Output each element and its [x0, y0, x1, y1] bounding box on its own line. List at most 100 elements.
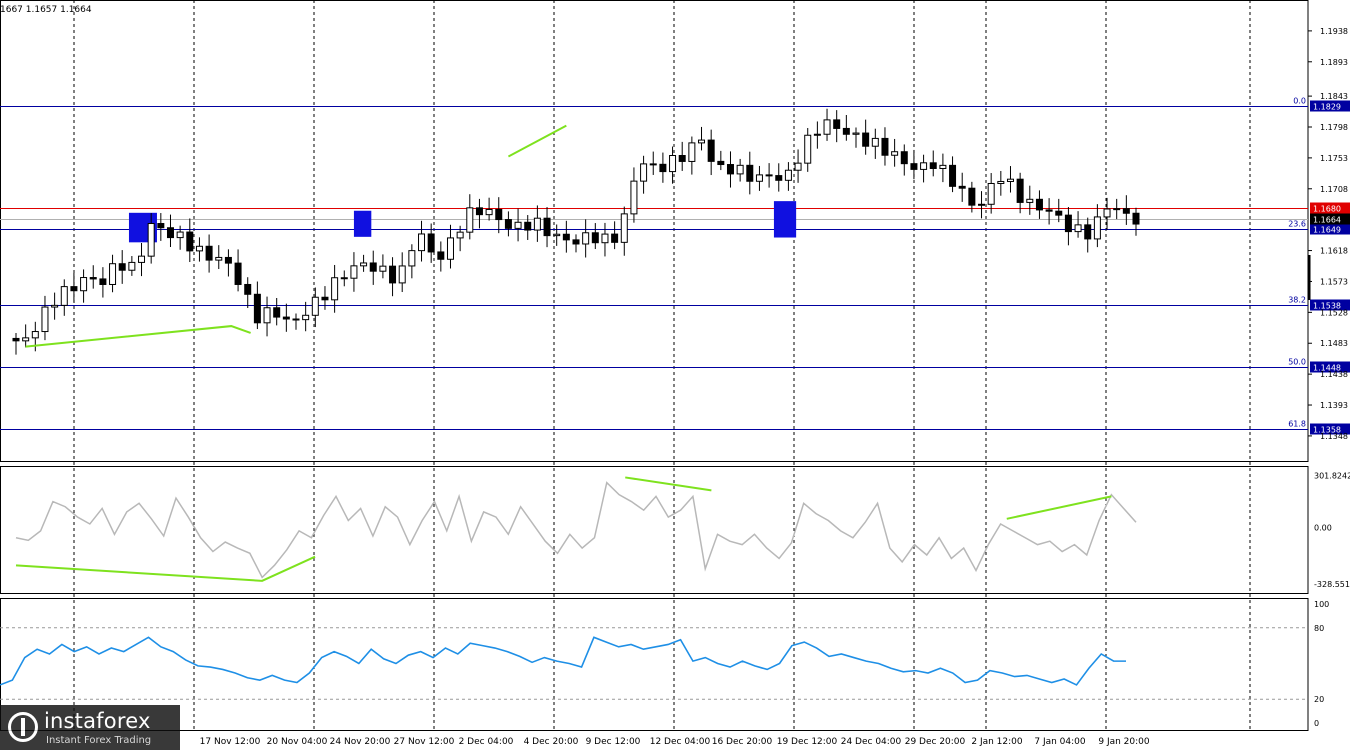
candle-body: [331, 277, 339, 301]
x-tick-label: 7 Jan 04:00: [1034, 737, 1086, 747]
candle-body: [205, 245, 213, 261]
candle-body: [475, 207, 483, 216]
candle-body: [1026, 198, 1034, 203]
y-tick-label: 1.1618: [1320, 247, 1348, 256]
candle-body: [495, 208, 503, 221]
candle-body: [350, 265, 358, 279]
candle-body: [99, 278, 107, 285]
candle-body: [1113, 208, 1121, 211]
candle-body: [311, 296, 319, 316]
instaforex-logo-icon: [8, 712, 38, 742]
candle-body: [282, 316, 290, 320]
candle-body: [765, 174, 773, 177]
candle-body: [60, 286, 68, 306]
candle-body: [601, 233, 609, 244]
y-tick-label: 1.1528: [1320, 308, 1348, 317]
candle-body: [234, 262, 242, 285]
candle-body: [1122, 208, 1130, 214]
candle-body: [659, 163, 667, 173]
candle-body: [51, 304, 59, 308]
ohlc-readout: 1667 1.1657 1.1664: [0, 5, 92, 15]
y-tick-label: 1.1348: [1320, 432, 1348, 441]
candle-body: [485, 208, 493, 216]
candle-body: [698, 139, 706, 144]
fibo-level-label: 50.0: [1288, 358, 1306, 367]
candle-body: [553, 233, 561, 237]
cci-tick-label: 0.00: [1314, 523, 1332, 532]
candle-body: [70, 286, 78, 292]
candle-body: [1084, 224, 1092, 240]
candle-body: [804, 134, 812, 164]
fibo-level-label: 38.2: [1288, 296, 1306, 305]
candle-body: [12, 337, 20, 342]
candle-body: [678, 155, 686, 162]
x-tick-label: 29 Dec 20:00: [905, 737, 966, 747]
y-tick-label: 1.1393: [1320, 401, 1348, 410]
price-chart[interactable]: 0.01.182923.61.164938.21.153850.01.14486…: [0, 0, 1350, 750]
rsi-line: [0, 636, 1126, 686]
candle-body: [398, 265, 406, 284]
candle-body: [591, 232, 599, 244]
signal-zone: [773, 201, 797, 238]
logo-tagline: Instant Forex Trading: [46, 735, 152, 746]
candle-body: [186, 231, 194, 252]
candle-body: [736, 164, 744, 175]
candle-body: [949, 164, 957, 187]
y-tick-label: 1.1708: [1320, 185, 1348, 194]
candle-body: [649, 163, 657, 166]
x-tick-label: 16 Dec 20:00: [712, 737, 773, 747]
candle-body: [958, 185, 966, 189]
candle-body: [871, 137, 879, 147]
candle-body: [891, 151, 899, 156]
candle-body: [147, 223, 155, 257]
cci-divergence-line: [625, 476, 712, 492]
candle-body: [22, 337, 30, 342]
candle-body: [669, 155, 677, 173]
divergence-line: [507, 124, 567, 158]
candle-body: [688, 142, 696, 162]
candle-body: [408, 250, 416, 267]
candle-body: [640, 163, 648, 182]
candle-body: [176, 231, 184, 239]
fibo-level-label: 23.6: [1288, 220, 1306, 229]
x-tick-label: 2 Jan 12:00: [971, 737, 1023, 747]
candle-body: [1055, 210, 1063, 216]
price-tag-label: 1.1649: [1313, 226, 1341, 235]
candle-body: [1103, 208, 1111, 218]
candle-body: [41, 306, 49, 333]
rsi-tick-label: 80: [1314, 624, 1324, 633]
candle-body: [514, 221, 522, 229]
candle-body: [755, 174, 763, 182]
candle-body: [987, 182, 995, 205]
logo-name: instaforex: [44, 709, 151, 733]
candle-body: [833, 119, 841, 129]
candle-body: [1074, 224, 1082, 233]
candle-body: [630, 180, 638, 215]
candle-body: [292, 318, 300, 321]
candle-body: [746, 164, 754, 182]
x-tick-label: 2 Dec 04:00: [459, 737, 514, 747]
rsi-tick-label: 0: [1314, 719, 1319, 728]
candle-body: [273, 307, 281, 318]
cci-line: [15, 481, 1137, 579]
rsi-tick-label: 100: [1314, 600, 1329, 609]
y-tick-label: 1.1893: [1320, 58, 1348, 67]
candle-body: [775, 175, 783, 181]
candle-body: [118, 263, 126, 271]
divergence-line: [25, 325, 251, 348]
price-tag-label: 1.1664: [1313, 216, 1341, 225]
candle-body: [244, 283, 252, 295]
candle-body: [1016, 178, 1024, 203]
candle-body: [1035, 198, 1043, 211]
price-tag-label: 1.1680: [1313, 205, 1341, 214]
x-tick-label: 17 Nov 12:00: [200, 737, 261, 747]
candle-body: [543, 217, 551, 237]
candle-body: [813, 133, 821, 136]
fibo-level-label: 0.0: [1293, 97, 1306, 106]
candle-body: [784, 169, 792, 181]
x-tick-label: 4 Dec 20:00: [524, 737, 579, 747]
y-tick-label: 1.1438: [1320, 370, 1348, 379]
candle-body: [321, 296, 329, 301]
cci-divergence-line: [1006, 495, 1112, 520]
candle-body: [504, 219, 512, 229]
